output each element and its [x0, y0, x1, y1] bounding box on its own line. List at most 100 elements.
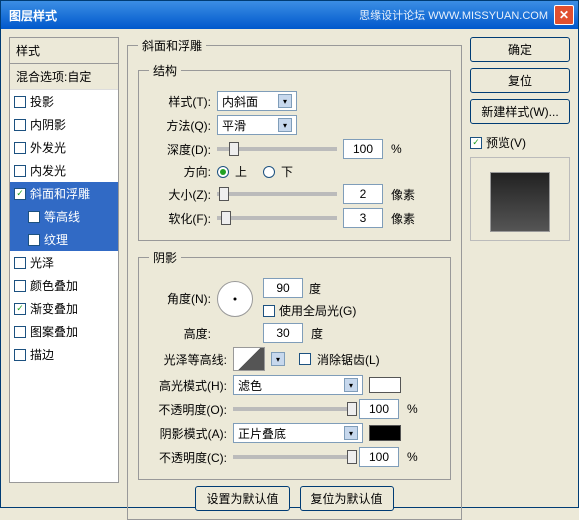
sidebar-item-3[interactable]: 内发光 — [10, 159, 118, 182]
style-label: 颜色叠加 — [30, 277, 78, 294]
style-label: 等高线 — [44, 208, 80, 225]
highlight-opacity-label: 不透明度(O): — [149, 401, 227, 418]
make-default-button[interactable]: 设置为默认值 — [195, 486, 289, 511]
titlebar: 图层样式 思缘设计论坛 WWW.MISSYUAN.COM ✕ — [1, 1, 578, 29]
style-label: 渐变叠加 — [30, 300, 78, 317]
sidebar-item-11[interactable]: 描边 — [10, 343, 118, 366]
antialias-checkbox[interactable] — [299, 353, 311, 365]
soften-label: 软化(F): — [149, 210, 211, 227]
highlight-mode-select[interactable]: 滤色▾ — [233, 375, 363, 395]
style-checkbox[interactable]: ✓ — [14, 188, 26, 200]
main-panel: 斜面和浮雕 结构 样式(T): 内斜面▾ 方法(Q): 平滑▾ 深度(D): — [127, 37, 462, 499]
sidebar-item-9[interactable]: ✓ 渐变叠加 — [10, 297, 118, 320]
sidebar-item-0[interactable]: 投影 — [10, 90, 118, 113]
chevron-down-icon: ▾ — [344, 426, 358, 440]
highlight-color-swatch[interactable] — [369, 377, 401, 393]
reset-default-button[interactable]: 复位为默认值 — [300, 486, 394, 511]
altitude-input[interactable] — [263, 323, 303, 343]
sidebar-item-5[interactable]: 等高线 — [10, 205, 118, 228]
cancel-button[interactable]: 复位 — [470, 68, 570, 93]
preview-swatch — [490, 172, 550, 232]
direction-up-radio[interactable] — [217, 166, 229, 178]
structure-fieldset: 结构 样式(T): 内斜面▾ 方法(Q): 平滑▾ 深度(D): % — [138, 62, 451, 241]
depth-slider[interactable] — [217, 147, 337, 151]
preview-wrap — [470, 157, 570, 241]
sidebar-item-2[interactable]: 外发光 — [10, 136, 118, 159]
style-checkbox[interactable] — [14, 96, 26, 108]
angle-label: 角度(N): — [149, 290, 211, 307]
style-label: 纹理 — [44, 231, 68, 248]
style-checkbox[interactable] — [14, 142, 26, 154]
style-checkbox[interactable] — [28, 211, 40, 223]
preview-checkbox[interactable]: ✓ — [470, 137, 482, 149]
soften-input[interactable] — [343, 208, 383, 228]
style-label: 斜面和浮雕 — [30, 185, 90, 202]
angle-input[interactable] — [263, 278, 303, 298]
antialias-label: 消除锯齿(L) — [317, 351, 380, 368]
watermark: 思缘设计论坛 WWW.MISSYUAN.COM — [359, 7, 548, 23]
style-checkbox[interactable] — [14, 165, 26, 177]
size-input[interactable] — [343, 184, 383, 204]
style-label: 内阴影 — [30, 116, 66, 133]
shadow-opacity-slider[interactable] — [233, 455, 353, 459]
chevron-down-icon: ▾ — [344, 378, 358, 392]
close-button[interactable]: ✕ — [554, 5, 574, 25]
style-label: 图案叠加 — [30, 323, 78, 340]
style-checkbox[interactable] — [14, 257, 26, 269]
style-select[interactable]: 内斜面▾ — [217, 91, 297, 111]
style-checkbox[interactable] — [28, 234, 40, 246]
structure-legend: 结构 — [149, 62, 181, 79]
sidebar-item-8[interactable]: 颜色叠加 — [10, 274, 118, 297]
style-checkbox[interactable]: ✓ — [14, 303, 26, 315]
direction-down-radio[interactable] — [263, 166, 275, 178]
highlight-opacity-slider[interactable] — [233, 407, 353, 411]
new-style-button[interactable]: 新建样式(W)... — [470, 99, 570, 124]
shadow-mode-select[interactable]: 正片叠底▾ — [233, 423, 363, 443]
highlight-opacity-input[interactable] — [359, 399, 399, 419]
layer-style-dialog: 图层样式 思缘设计论坛 WWW.MISSYUAN.COM ✕ 样式 混合选项:自… — [0, 0, 579, 508]
px-unit: 像素 — [391, 186, 415, 203]
depth-label: 深度(D): — [149, 141, 211, 158]
sidebar-item-4[interactable]: ✓ 斜面和浮雕 — [10, 182, 118, 205]
px-unit2: 像素 — [391, 210, 415, 227]
blend-options-row[interactable]: 混合选项:自定 — [10, 64, 118, 90]
sidebar-header: 样式 — [9, 37, 119, 63]
altitude-label: 高度: — [149, 325, 211, 342]
size-label: 大小(Z): — [149, 186, 211, 203]
technique-select[interactable]: 平滑▾ — [217, 115, 297, 135]
ok-button[interactable]: 确定 — [470, 37, 570, 62]
style-checkbox[interactable] — [14, 119, 26, 131]
technique-label: 方法(Q): — [149, 117, 211, 134]
sidebar-item-10[interactable]: 图案叠加 — [10, 320, 118, 343]
highlight-mode-label: 高光模式(H): — [149, 377, 227, 394]
global-light-checkbox[interactable] — [263, 305, 275, 317]
depth-input[interactable] — [343, 139, 383, 159]
window-title: 图层样式 — [5, 7, 359, 24]
chevron-down-icon[interactable]: ▾ — [271, 352, 285, 366]
soften-slider[interactable] — [217, 216, 337, 220]
sidebar-item-7[interactable]: 光泽 — [10, 251, 118, 274]
shadow-mode-label: 阴影模式(A): — [149, 425, 227, 442]
styles-list: 混合选项:自定 投影内阴影外发光内发光 ✓ 斜面和浮雕等高线纹理光泽颜色叠加 ✓ 渐变叠… — [9, 63, 119, 483]
style-label: 外发光 — [30, 139, 66, 156]
chevron-down-icon: ▾ — [278, 118, 292, 132]
gloss-contour-label: 光泽等高线: — [149, 351, 227, 368]
shadow-opacity-input[interactable] — [359, 447, 399, 467]
style-checkbox[interactable] — [14, 280, 26, 292]
angle-dial[interactable] — [217, 281, 253, 317]
dir-up-label: 上 — [235, 163, 247, 180]
sidebar-item-6[interactable]: 纹理 — [10, 228, 118, 251]
style-label: 投影 — [30, 93, 54, 110]
percent-unit: % — [391, 142, 402, 156]
style-label: 光泽 — [30, 254, 54, 271]
size-slider[interactable] — [217, 192, 337, 196]
direction-label: 方向: — [149, 163, 211, 180]
bevel-fieldset: 斜面和浮雕 结构 样式(T): 内斜面▾ 方法(Q): 平滑▾ 深度(D): — [127, 37, 462, 520]
style-label: 描边 — [30, 346, 54, 363]
style-checkbox[interactable] — [14, 326, 26, 338]
style-checkbox[interactable] — [14, 349, 26, 361]
gloss-contour-picker[interactable] — [233, 347, 265, 371]
sidebar-item-1[interactable]: 内阴影 — [10, 113, 118, 136]
styles-sidebar: 样式 混合选项:自定 投影内阴影外发光内发光 ✓ 斜面和浮雕等高线纹理光泽颜色叠加 ✓… — [9, 37, 119, 499]
shadow-color-swatch[interactable] — [369, 425, 401, 441]
